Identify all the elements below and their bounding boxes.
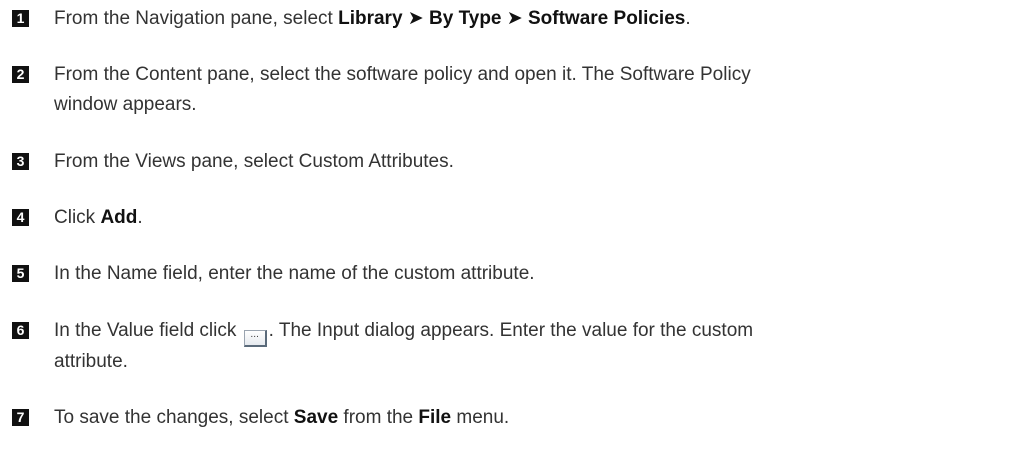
save-menu-label: Save	[293, 407, 339, 428]
step-text: From the Navigation pane, select Library…	[54, 8, 691, 29]
step-2: 2 From the Content pane, select the soft…	[12, 60, 1012, 120]
by-type-menu-label: By Type	[429, 8, 502, 29]
step-5: 5 In the Name field, enter the name of t…	[12, 259, 1012, 289]
step-6: 6 In the Value field click .... The Inpu…	[12, 316, 1012, 377]
software-policies-menu-label: Software Policies	[528, 8, 686, 29]
step-text: Click Add.	[54, 207, 143, 228]
step-text: From the Content pane, select the softwa…	[54, 64, 751, 115]
step-number: 6	[12, 322, 29, 339]
path-separator: ➤	[501, 8, 528, 29]
step-4: 4 Click Add.	[12, 203, 1012, 233]
path-separator: ➤	[402, 8, 429, 29]
step-number: 2	[12, 66, 29, 83]
step-number: 1	[12, 10, 29, 27]
ellipsis-button-icon: ...	[243, 330, 267, 347]
step-text: To save the changes, select Save from th…	[54, 407, 510, 428]
step-number: 7	[12, 409, 29, 426]
step-text: From the Views pane, select Custom Attri…	[54, 151, 454, 172]
library-menu-label: Library	[338, 8, 403, 29]
step-7: 7 To save the changes, select Save from …	[12, 403, 1012, 433]
step-text: In the Value field click .... The Input …	[54, 320, 754, 372]
step-number: 5	[12, 265, 29, 282]
file-menu-label: File	[418, 407, 452, 428]
step-3: 3 From the Views pane, select Custom Att…	[12, 147, 1012, 177]
step-number: 3	[12, 153, 29, 170]
step-1: 1 From the Navigation pane, select Libra…	[12, 4, 1012, 34]
step-number: 4	[12, 209, 29, 226]
step-text: In the Name field, enter the name of the…	[54, 263, 535, 284]
add-button-label: Add	[100, 207, 138, 228]
